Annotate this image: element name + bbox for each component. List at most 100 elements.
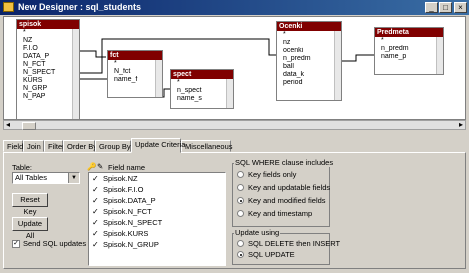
table-fct[interactable]: fct * N_fct name_f bbox=[107, 50, 163, 98]
tab-group-by[interactable]: Group By bbox=[95, 140, 131, 152]
list-item[interactable]: ✓ Spisok.DATA_P bbox=[89, 195, 225, 206]
table-title[interactable]: fct bbox=[108, 51, 162, 60]
table-field[interactable]: * bbox=[375, 37, 443, 45]
update-using-group bbox=[232, 233, 330, 265]
tab-update-criteria[interactable]: Update Criteria bbox=[131, 138, 185, 153]
table-field[interactable]: ball bbox=[277, 63, 341, 71]
table-title[interactable]: spect bbox=[171, 70, 233, 79]
table-field[interactable]: N_FCT bbox=[17, 61, 79, 69]
list-item[interactable]: ✓ Spisok.N_GRUP bbox=[89, 239, 225, 250]
tab-miscellaneous[interactable]: Miscellaneous bbox=[181, 140, 233, 152]
update-option-radio[interactable]: SQL UPDATE bbox=[237, 250, 295, 260]
table-field[interactable]: name_s bbox=[171, 95, 233, 103]
table-title[interactable]: Ocenki bbox=[277, 22, 341, 31]
field-name: Spisok.F.I.O bbox=[103, 185, 144, 194]
list-item[interactable]: ✓ Spisok.N_SPECT bbox=[89, 217, 225, 228]
table-field[interactable]: * bbox=[277, 31, 341, 39]
close-button[interactable]: × bbox=[454, 2, 467, 13]
reset-key-button[interactable]: Reset Key bbox=[12, 193, 48, 216]
table-field[interactable]: F.I.O bbox=[17, 45, 79, 53]
updatable-check-icon[interactable]: ✓ bbox=[92, 228, 99, 239]
list-item[interactable]: ✓ Spisok.NZ bbox=[89, 173, 225, 184]
tab-filter[interactable]: Filter bbox=[44, 140, 65, 152]
table-predmeta[interactable]: Predmeta * n_predm name_p bbox=[374, 27, 444, 75]
table-select-value: All Tables bbox=[15, 173, 47, 182]
update-all-button[interactable]: Update All bbox=[12, 217, 48, 240]
update-using-label: Update using bbox=[234, 228, 281, 237]
updatable-check-icon[interactable]: ✓ bbox=[92, 239, 99, 250]
table-field[interactable]: name_f bbox=[108, 76, 162, 84]
send-sql-updates-label: Send SQL updates bbox=[23, 239, 87, 248]
updatable-check-icon[interactable]: ✓ bbox=[92, 173, 99, 184]
list-item[interactable]: ✓ Spisok.F.I.O bbox=[89, 184, 225, 195]
field-name: Spisok.KURS bbox=[103, 229, 149, 238]
table-field[interactable]: N_GRP bbox=[17, 85, 79, 93]
radio-dot-icon bbox=[237, 197, 244, 204]
field-name: Spisok.N_FCT bbox=[103, 207, 152, 216]
send-sql-updates-checkbox[interactable]: ✓ Send SQL updates bbox=[12, 239, 86, 249]
list-item[interactable]: ✓ Spisok.N_FCT bbox=[89, 206, 225, 217]
table-scrollbar[interactable] bbox=[155, 60, 162, 97]
table-field[interactable]: * bbox=[17, 29, 79, 37]
where-option-radio[interactable]: Key and timestamp bbox=[237, 209, 312, 219]
field-list[interactable]: ✓ Spisok.NZ ✓ Spisok.F.I.O ✓ Spisok.DATA_P ✓ Sp… bbox=[88, 172, 226, 266]
where-clause-label: SQL WHERE clause includes bbox=[234, 158, 335, 167]
updatable-check-icon[interactable]: ✓ bbox=[92, 206, 99, 217]
designer-app-icon bbox=[3, 2, 14, 12]
scroll-thumb[interactable] bbox=[22, 122, 36, 130]
table-field[interactable]: period bbox=[277, 79, 341, 87]
table-field[interactable]: * bbox=[171, 79, 233, 87]
where-option-radio[interactable]: Key fields only bbox=[237, 170, 296, 180]
updatable-check-icon[interactable]: ✓ bbox=[92, 195, 99, 206]
where-option-label: Key and modified fields bbox=[248, 196, 326, 205]
table-field[interactable]: N_PAP bbox=[17, 93, 79, 101]
table-field[interactable]: nz bbox=[277, 39, 341, 47]
table-field[interactable]: n_predm bbox=[375, 45, 443, 53]
table-field[interactable]: ocenki bbox=[277, 47, 341, 55]
updatable-check-icon[interactable]: ✓ bbox=[92, 184, 99, 195]
table-title[interactable]: Predmeta bbox=[375, 28, 443, 37]
updatable-check-icon[interactable]: ✓ bbox=[92, 217, 99, 228]
where-option-radio[interactable]: Key and updatable fields bbox=[237, 183, 330, 193]
table-scrollbar[interactable] bbox=[72, 29, 79, 119]
scroll-right-icon[interactable]: ▸ bbox=[459, 121, 463, 129]
list-item[interactable]: ✓ Spisok.KURS bbox=[89, 228, 225, 239]
where-option-label: Key and updatable fields bbox=[248, 183, 331, 192]
table-field[interactable]: n_predm bbox=[277, 55, 341, 63]
diagram-horizontal-scrollbar[interactable]: ◂ ▸ bbox=[3, 120, 466, 130]
table-ocenki[interactable]: Ocenki * nz ocenki n_predm ball data_k period bbox=[276, 21, 342, 101]
query-diagram-pane[interactable]: spisok * NZ F.I.O DATA_P N_FCT N_SPECT KURS N_G… bbox=[3, 16, 466, 120]
radio-dot-icon bbox=[237, 251, 244, 258]
table-field[interactable]: NZ bbox=[17, 37, 79, 45]
tab-order-by[interactable]: Order By bbox=[63, 140, 97, 152]
table-select[interactable]: All Tables ▼ bbox=[12, 172, 80, 184]
table-field[interactable]: n_spect bbox=[171, 87, 233, 95]
scroll-left-icon[interactable]: ◂ bbox=[6, 121, 10, 129]
table-field[interactable]: N_fct bbox=[108, 68, 162, 76]
update-option-label: SQL DELETE then INSERT bbox=[248, 239, 341, 248]
table-field[interactable]: KURS bbox=[17, 77, 79, 85]
table-field[interactable]: data_k bbox=[277, 71, 341, 79]
update-option-radio[interactable]: SQL DELETE then INSERT bbox=[237, 239, 340, 249]
table-title[interactable]: spisok bbox=[17, 20, 79, 29]
tab-fields[interactable]: Fields bbox=[3, 140, 27, 152]
table-field[interactable]: DATA_P bbox=[17, 53, 79, 61]
where-option-radio[interactable]: Key and modified fields bbox=[237, 196, 326, 206]
field-name: Spisok.N_GRUP bbox=[103, 240, 159, 249]
table-field[interactable]: N_SPECT bbox=[17, 69, 79, 77]
maximize-button[interactable]: □ bbox=[439, 2, 452, 13]
minimize-button[interactable]: _ bbox=[425, 2, 438, 13]
key-column-icon: 🔑 bbox=[87, 162, 97, 171]
table-scrollbar[interactable] bbox=[334, 31, 341, 100]
radio-dot-icon bbox=[237, 171, 244, 178]
tab-join[interactable]: Join bbox=[23, 140, 44, 152]
table-field[interactable]: * bbox=[108, 60, 162, 68]
field-name: Spisok.DATA_P bbox=[103, 196, 156, 205]
table-scrollbar[interactable] bbox=[436, 37, 443, 74]
table-spect[interactable]: spect * n_spect name_s bbox=[170, 69, 234, 109]
table-scrollbar[interactable] bbox=[226, 79, 233, 108]
table-spisok[interactable]: spisok * NZ F.I.O DATA_P N_FCT N_SPECT KURS N_G… bbox=[16, 19, 80, 119]
field-name: Spisok.NZ bbox=[103, 174, 138, 183]
chevron-down-icon[interactable]: ▼ bbox=[68, 173, 79, 183]
table-field[interactable]: name_p bbox=[375, 53, 443, 61]
